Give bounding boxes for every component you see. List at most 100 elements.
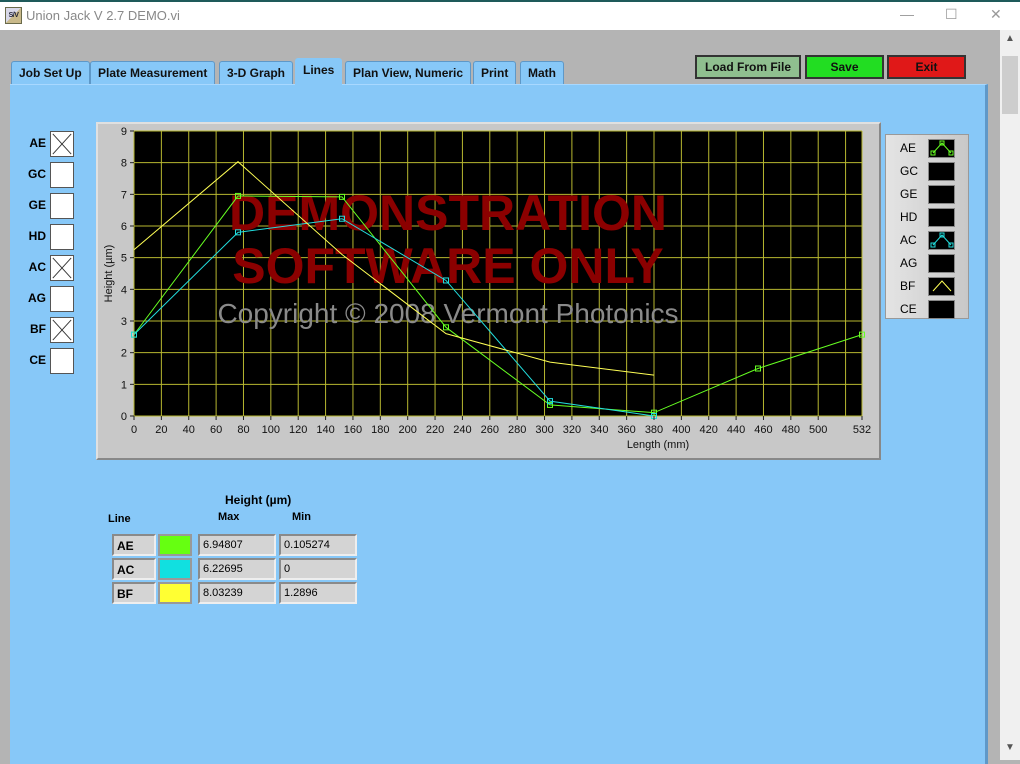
tab-lines[interactable]: Lines	[295, 58, 343, 86]
x-tick-label: 40	[183, 424, 195, 436]
scroll-up-icon[interactable]: ▲	[1005, 33, 1015, 44]
table-title: Height (µm)	[225, 493, 292, 507]
legend-line-icon	[932, 280, 952, 292]
x-tick-label: 340	[590, 424, 608, 436]
line-checkbox-ag[interactable]	[50, 286, 74, 312]
line-checkbox-bf[interactable]	[50, 317, 74, 343]
tab-3d-graph[interactable]: 3-D Graph	[219, 61, 294, 85]
tab-math[interactable]: Math	[520, 61, 564, 85]
legend-swatch	[928, 139, 955, 158]
maximize-icon[interactable]: ☐	[945, 6, 958, 23]
save-button[interactable]: Save	[805, 55, 884, 79]
y-tick-label: 5	[121, 253, 127, 265]
legend-label: GE	[900, 187, 918, 201]
legend-item-ce[interactable]: CE	[886, 298, 970, 321]
tab-plate-measurement[interactable]: Plate Measurement	[90, 61, 216, 85]
tab-print[interactable]: Print	[473, 61, 517, 85]
min-header: Min	[292, 511, 311, 523]
checked-x-icon	[52, 319, 72, 341]
table-line-name: BF	[112, 582, 156, 604]
legend-label: AG	[900, 256, 918, 270]
x-tick-label: 0	[131, 424, 137, 436]
line-selector-label: AE	[29, 136, 46, 150]
table-min-value: 0.105274	[279, 534, 357, 556]
legend-item-ae[interactable]: AE	[886, 137, 970, 160]
line-selector-label: GE	[28, 198, 46, 212]
y-tick-label: 9	[121, 126, 127, 138]
checked-x-icon	[52, 257, 72, 279]
legend-label: BF	[900, 279, 916, 293]
scroll-down-icon[interactable]: ▼	[1005, 742, 1015, 753]
x-tick-label: 280	[508, 424, 526, 436]
line-selector-label: AC	[28, 260, 46, 274]
y-tick-label: 1	[121, 379, 127, 391]
legend-item-bf[interactable]: BF	[886, 275, 970, 298]
legend-swatch	[928, 162, 955, 181]
tab-job-set-up[interactable]: Job Set Up	[11, 61, 90, 85]
x-tick-label: 500	[809, 424, 827, 436]
line-checkbox-ce[interactable]	[50, 348, 74, 374]
line-checkbox-ac[interactable]	[50, 255, 74, 281]
legend-item-gc[interactable]: GC	[886, 160, 970, 183]
x-tick-label: 20	[155, 424, 167, 436]
scroll-thumb[interactable]	[1002, 56, 1018, 114]
tab-plan-view-numeric[interactable]: Plan View, Numeric	[345, 61, 472, 85]
y-tick-label: 6	[121, 221, 127, 233]
x-tick-label: 160	[344, 424, 362, 436]
x-tick-label: 240	[453, 424, 471, 436]
y-tick-label: 0	[121, 411, 127, 423]
close-icon[interactable]: ✕	[990, 6, 1002, 23]
table-line-color	[158, 582, 192, 604]
table-line-color	[158, 558, 192, 580]
max-header: Max	[218, 511, 240, 523]
x-tick-label: 60	[210, 424, 222, 436]
legend-item-ag[interactable]: AG	[886, 252, 970, 275]
legend-swatch	[928, 231, 955, 250]
legend-label: AC	[900, 233, 917, 247]
legend-label: CE	[900, 302, 917, 316]
x-tick-label: 440	[727, 424, 745, 436]
line-checkbox-ge[interactable]	[50, 193, 74, 219]
table-line-name: AC	[112, 558, 156, 580]
app-icon: S/V	[5, 7, 22, 24]
table-max-value: 8.03239	[198, 582, 276, 604]
x-tick-label: 380	[645, 424, 663, 436]
legend-swatch	[928, 185, 955, 204]
title-bar: S/V Union Jack V 2.7 DEMO.vi — ☐ ✕	[0, 0, 1020, 30]
plot-legend: AE GC GE HD AC AG BF CE	[885, 134, 969, 319]
y-tick-label: 7	[121, 189, 127, 201]
x-tick-label: 200	[399, 424, 417, 436]
minimize-icon[interactable]: —	[900, 6, 914, 22]
table-min-value: 1.2896	[279, 582, 357, 604]
graph-frame: DEMONSTRATION SOFTWARE ONLY Copyright © 20…	[96, 122, 881, 460]
x-tick-label: 480	[782, 424, 800, 436]
line-checkbox-gc[interactable]	[50, 162, 74, 188]
legend-item-hd[interactable]: HD	[886, 206, 970, 229]
legend-item-ge[interactable]: GE	[886, 183, 970, 206]
y-tick-label: 8	[121, 158, 127, 170]
x-tick-label: 360	[617, 424, 635, 436]
y-tick-label: 2	[121, 348, 127, 360]
legend-item-ac[interactable]: AC	[886, 229, 970, 252]
line-checkbox-hd[interactable]	[50, 224, 74, 250]
legend-line-icon	[930, 140, 954, 156]
checked-x-icon	[52, 133, 72, 155]
line-selector-label: CE	[29, 353, 46, 367]
x-tick-label: 80	[237, 424, 249, 436]
vertical-scrollbar[interactable]: ▲ ▼	[1000, 30, 1020, 760]
legend-swatch	[928, 208, 955, 227]
line-selector-label: BF	[30, 322, 46, 336]
legend-swatch	[928, 300, 955, 319]
legend-label: HD	[900, 210, 918, 224]
line-chart: DEMONSTRATIONSOFTWARE ONLYCopyright © 20…	[103, 126, 871, 451]
x-tick-label: 300	[535, 424, 553, 436]
x-tick-label: 100	[262, 424, 280, 436]
watermark-line2: SOFTWARE ONLY	[232, 238, 664, 294]
line-selector-label: AG	[28, 291, 46, 305]
legend-swatch	[928, 277, 955, 296]
exit-button[interactable]: Exit	[887, 55, 966, 79]
table-line-color	[158, 534, 192, 556]
line-checkbox-ae[interactable]	[50, 131, 74, 157]
load-from-file-button[interactable]: Load From File	[695, 55, 801, 79]
table-max-value: 6.94807	[198, 534, 276, 556]
